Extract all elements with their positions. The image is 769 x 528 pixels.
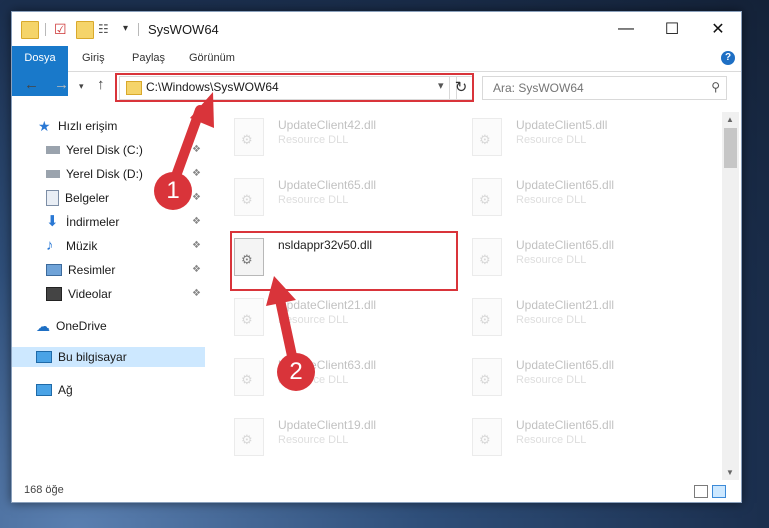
step-1-badge: 1	[154, 172, 192, 210]
step-2-badge: 2	[277, 353, 315, 391]
annotation-arrows	[171, 92, 297, 361]
